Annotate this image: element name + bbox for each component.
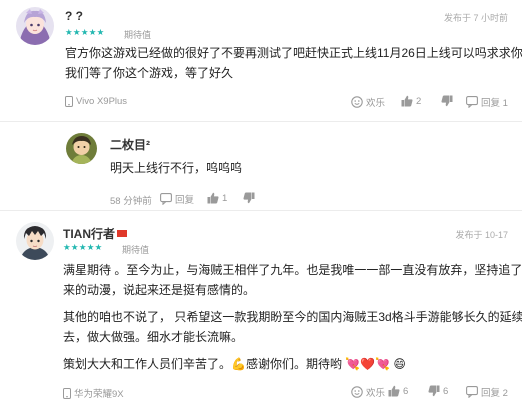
happy-label: 欢乐 <box>366 98 386 109</box>
emoji-icon <box>351 96 363 108</box>
device-info: Vivo X9Plus <box>65 96 127 107</box>
reply-time: 58 分钟前 <box>110 196 152 207</box>
phone-icon <box>65 96 73 107</box>
happy-button[interactable]: 欢乐 <box>351 385 385 399</box>
like-count: 6 <box>403 385 409 397</box>
username-text: TIAN行者 <box>63 227 115 241</box>
emoji-icon <box>351 386 363 398</box>
reply-dislike-button[interactable] <box>243 192 258 204</box>
username[interactable]: TIAN行者 <box>63 225 127 242</box>
rating-stars: ★★★★★ <box>63 242 103 252</box>
device-name: 华为荣耀9X <box>74 389 124 400</box>
dislike-button[interactable]: 6 <box>428 385 448 397</box>
avatar[interactable] <box>16 7 54 45</box>
like-button[interactable]: 2 <box>401 95 421 107</box>
phone-icon <box>63 387 71 399</box>
thumbs-down-icon <box>441 95 453 107</box>
reply-icon <box>160 193 172 205</box>
comment-line: 满星期待 。至今为止，与海贼王相伴了九年。也是我唯一一部一直没有放弃，坚持追了下 <box>63 263 522 277</box>
reply-reply-button[interactable]: 回复 <box>160 192 194 206</box>
expect-label: 期待值 <box>124 30 152 40</box>
comment-line: 我们等了你这个游戏，等了好久 <box>65 65 234 80</box>
thumbs-up-icon <box>207 192 219 204</box>
rating-stars: ★★★★★ <box>65 27 105 37</box>
thumbs-down-icon <box>428 385 440 397</box>
divider <box>0 121 522 122</box>
reply-button[interactable]: 回复 2 <box>466 385 508 399</box>
happy-label: 欢乐 <box>366 388 386 399</box>
reply-label: 回复 <box>175 195 195 206</box>
comment-paragraph: 其他的咱也不说了， 只希望这一款我期盼至今的国内海贼王3d格斗手游能够长久的延续… <box>63 308 522 347</box>
dislike-count: 6 <box>443 385 449 397</box>
like-button[interactable]: 6 <box>388 385 408 397</box>
comment-line: 来的动漫，说起来还是挺有感情的。 <box>63 282 256 297</box>
comment-text: 官方你这游戏已经做的很好了不要再测试了吧赶快正式上线11月26日上线可以吗求求你… <box>65 44 522 83</box>
comment-line: 去，做大做强。细水才能长流嘛。 <box>63 329 244 344</box>
comment-text: 满星期待 。至今为止，与海贼王相伴了九年。也是我唯一一部一直没有放弃，坚持追了下… <box>63 261 522 375</box>
avatar[interactable] <box>16 222 54 260</box>
avatar[interactable] <box>66 133 97 164</box>
device-name: Vivo X9Plus <box>76 96 128 107</box>
post-time: 发布于 10-17 <box>455 230 508 240</box>
reply-label: 回复 1 <box>481 98 508 109</box>
reply-like-button[interactable]: 1 <box>207 192 227 204</box>
dislike-button[interactable] <box>441 95 456 107</box>
reply-like-count: 1 <box>222 192 228 204</box>
comment-line: 其他的咱也不说了， 只希望这一款我期盼至今的国内海贼王3d格斗手游能够长久的延续… <box>63 310 522 324</box>
like-count: 2 <box>416 95 422 107</box>
reply-button[interactable]: 回复 1 <box>466 95 508 109</box>
username[interactable]: ? ? <box>65 9 83 23</box>
thumbs-down-icon <box>243 192 255 204</box>
comment-line: 策划大大和工作人员们辛苦了。💪感谢你们。期待哟 💘❤️💘 😄 <box>63 357 406 371</box>
happy-button[interactable]: 欢乐 <box>351 95 385 109</box>
reply-icon <box>466 386 478 398</box>
reply-text: 明天上线行不行，呜呜呜 <box>110 161 243 175</box>
comment-paragraph: 满星期待 。至今为止，与海贼王相伴了九年。也是我唯一一部一直没有放弃，坚持追了下… <box>63 261 522 300</box>
reply-label: 回复 2 <box>481 388 508 399</box>
comment-paragraph: 策划大大和工作人员们辛苦了。💪感谢你们。期待哟 💘❤️💘 😄 <box>63 355 518 375</box>
comment-line: 官方你这游戏已经做的很好了不要再测试了吧赶快正式上线11月26日上线可以吗求求你… <box>65 46 522 60</box>
reply-icon <box>466 96 478 108</box>
expect-label: 期待值 <box>122 245 150 255</box>
post-time: 发布于 7 小时前 <box>443 13 508 23</box>
thumbs-up-icon <box>401 95 413 107</box>
comment-2: TIAN行者 ★★★★★ 期待值 发布于 10-17 满星期待 。至今为止，与海… <box>0 211 522 415</box>
device-info: 华为荣耀9X <box>63 386 124 400</box>
reply-footer: 58 分钟前 <box>110 193 152 207</box>
reply-block: 二枚目² 明天上线行不行，呜呜呜 58 分钟前 回复 1 <box>62 123 522 209</box>
reply-username[interactable]: 二枚目² <box>110 136 150 153</box>
flag-icon <box>117 230 127 237</box>
thumbs-up-icon <box>388 385 400 397</box>
comment-1: ? ? ★★★★★ 期待值 发布于 7 小时前 官方你这游戏已经做的很好了不要再… <box>0 0 522 122</box>
